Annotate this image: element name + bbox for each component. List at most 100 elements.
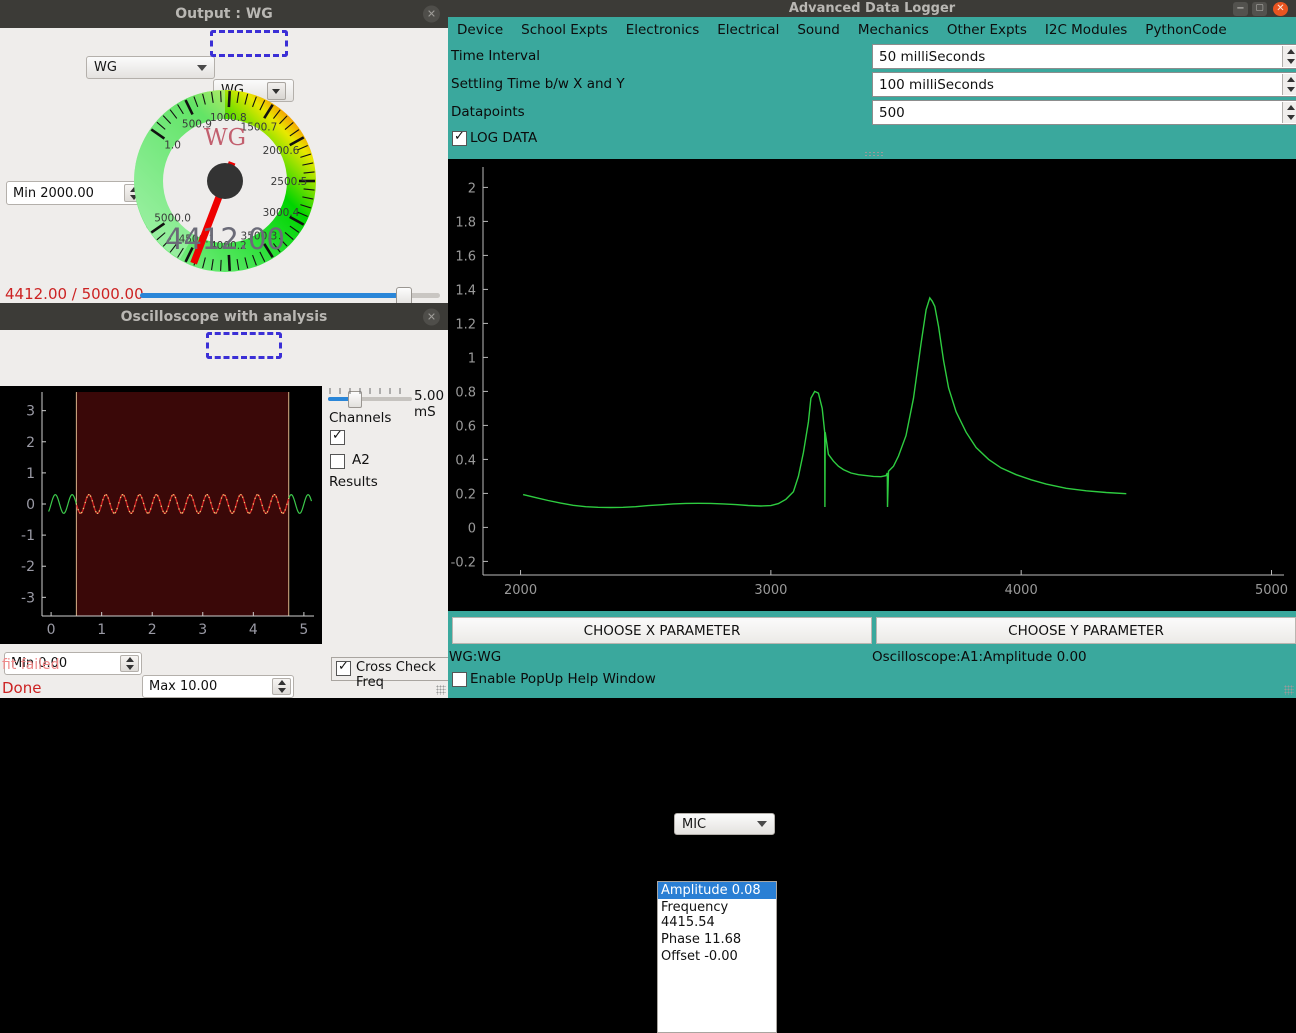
- menu-item-school-expts[interactable]: School Expts: [512, 22, 617, 38]
- output-slider[interactable]: [140, 286, 440, 304]
- scope-max-stepper[interactable]: [272, 678, 291, 695]
- field-time-interval[interactable]: 50 milliSeconds: [872, 44, 1296, 69]
- output-slider-readout: 4412.00 / 5000.00: [5, 285, 144, 303]
- result-item[interactable]: Phase 11.68: [658, 931, 776, 948]
- scope-max-value: Max 10.00: [149, 679, 217, 694]
- menu-item-i2c-modules[interactable]: I2C Modules: [1036, 22, 1136, 38]
- menu-item-electronics[interactable]: Electronics: [617, 22, 709, 38]
- svg-text:-3: -3: [21, 590, 35, 606]
- svg-text:0: 0: [468, 521, 476, 536]
- channel1-label: MIC: [682, 817, 706, 832]
- status-y-parameter: Oscilloscope:A1:Amplitude 0.00: [872, 649, 1087, 665]
- channels-label: Channels: [329, 410, 391, 426]
- svg-text:-0.2: -0.2: [451, 555, 476, 570]
- field-time-interval-stepper[interactable]: [1282, 46, 1296, 67]
- scope-param-combo-focus-ring: [206, 332, 282, 359]
- svg-text:0.2: 0.2: [455, 487, 476, 502]
- popup-help-checkbox[interactable]: [452, 672, 467, 691]
- svg-text:WG: WG: [204, 125, 246, 151]
- scope-max-field[interactable]: Max 10.00: [142, 675, 294, 698]
- maximize-icon[interactable]: ▢: [1252, 2, 1267, 16]
- log-data-checkbox[interactable]: [452, 131, 467, 150]
- result-item[interactable]: Offset -0.00: [658, 948, 776, 965]
- scope-min-stepper[interactable]: [120, 655, 139, 672]
- result-item[interactable]: Amplitude 0.08: [658, 882, 776, 899]
- menu-item-mechanics[interactable]: Mechanics: [849, 22, 938, 38]
- field-time-interval-value: 50 milliSeconds: [879, 49, 985, 65]
- field-settling-time[interactable]: 100 milliSeconds: [872, 72, 1296, 97]
- channel1-checkbox[interactable]: [330, 430, 345, 449]
- checkbox-icon: [452, 672, 467, 687]
- menu-item-device[interactable]: Device: [448, 22, 512, 38]
- checkbox-icon: [452, 131, 467, 146]
- menu-item-other-expts[interactable]: Other Expts: [938, 22, 1036, 38]
- status-x-parameter: WG:WG: [449, 649, 501, 665]
- svg-text:1.2: 1.2: [455, 317, 476, 332]
- chevron-down-icon: [757, 821, 767, 827]
- svg-text:1.8: 1.8: [455, 215, 476, 230]
- checkbox-icon: [330, 454, 345, 469]
- cross-check-container[interactable]: Cross Check Freq: [331, 657, 451, 681]
- timebase-value: 5.00 mS: [414, 388, 448, 420]
- oscilloscope-plot[interactable]: 3210-1-2-3012345: [0, 386, 322, 644]
- field-datapoints-value: 500: [879, 105, 905, 121]
- svg-text:2500.5: 2500.5: [271, 176, 308, 188]
- svg-text:0: 0: [26, 497, 35, 513]
- svg-text:-1: -1: [21, 528, 35, 544]
- field-datapoints[interactable]: 500: [872, 100, 1296, 125]
- channel2-checkbox[interactable]: [330, 454, 345, 473]
- output-device-combo-value: WG: [94, 60, 117, 75]
- svg-text:5000: 5000: [1255, 583, 1288, 598]
- field-settling-time-value: 100 milliSeconds: [879, 77, 994, 93]
- svg-text:4: 4: [249, 622, 258, 638]
- field-settling-time-stepper[interactable]: [1282, 74, 1296, 95]
- result-item[interactable]: Frequency 4415.54: [658, 899, 776, 931]
- checkbox-icon: [330, 430, 345, 445]
- close-icon[interactable]: ✕: [423, 308, 440, 325]
- resize-grip[interactable]: [436, 685, 446, 695]
- output-min-value: Min 2000.00: [13, 186, 94, 201]
- choose-y-parameter-button[interactable]: CHOOSE Y PARAMETER: [876, 617, 1296, 644]
- logger-title: Advanced Data Logger: [789, 1, 955, 16]
- output-device-combo[interactable]: WG: [86, 56, 215, 79]
- svg-text:3000.4: 3000.4: [263, 207, 300, 219]
- svg-text:4000: 4000: [1005, 583, 1038, 598]
- logger-plot[interactable]: -0.200.20.40.60.811.21.41.61.82200030004…: [448, 159, 1296, 611]
- svg-text:3: 3: [198, 622, 207, 638]
- svg-text:5: 5: [299, 622, 308, 638]
- logger-chart: -0.200.20.40.60.811.21.41.61.82200030004…: [448, 159, 1296, 611]
- menu-item-sound[interactable]: Sound: [788, 22, 849, 38]
- choose-x-parameter-button[interactable]: CHOOSE X PARAMETER: [452, 617, 872, 644]
- splitter-handle[interactable]: [864, 151, 884, 156]
- field-label-settling-time: Settling Time b/w X and Y: [451, 76, 625, 92]
- channel1-combo[interactable]: MIC: [674, 813, 775, 835]
- gauge-value-text: 4412.00: [118, 222, 332, 256]
- svg-text:-2: -2: [21, 559, 35, 575]
- scope-window-title: Oscilloscope with analysis: [121, 309, 328, 325]
- svg-text:1.6: 1.6: [455, 249, 476, 264]
- checkbox-icon: [336, 661, 351, 676]
- output-param-combo-focus-ring: [210, 30, 288, 57]
- logger-resize-grip[interactable]: [1284, 685, 1294, 695]
- popup-help-label: Enable PopUp Help Window: [470, 671, 656, 687]
- logger-menubar[interactable]: DeviceSchool ExptsElectronicsElectricalS…: [448, 18, 1296, 42]
- svg-text:0.6: 0.6: [455, 419, 476, 434]
- svg-text:1500.7: 1500.7: [241, 122, 278, 134]
- output-window-titlebar: Output : WG ✕: [0, 0, 448, 28]
- close-icon[interactable]: ✕: [1273, 2, 1288, 16]
- results-list[interactable]: Amplitude 0.08Frequency 4415.54Phase 11.…: [657, 881, 777, 1033]
- oscilloscope-chart: 3210-1-2-3012345: [0, 386, 322, 644]
- menu-item-pythoncode[interactable]: PythonCode: [1136, 22, 1235, 38]
- menu-item-electrical[interactable]: Electrical: [708, 22, 788, 38]
- minimize-icon[interactable]: −: [1233, 2, 1248, 16]
- scope-status-1: fit failed: [2, 657, 60, 673]
- close-icon[interactable]: ✕: [423, 6, 440, 23]
- timebase-ticks: [326, 384, 410, 390]
- choose-y-label: CHOOSE Y PARAMETER: [1008, 623, 1164, 639]
- channel2-label: A2: [352, 452, 370, 468]
- svg-text:0.4: 0.4: [455, 453, 476, 468]
- svg-text:0: 0: [47, 622, 56, 638]
- field-datapoints-stepper[interactable]: [1282, 102, 1296, 123]
- logger-titlebar: Advanced Data Logger − ▢ ✕: [448, 0, 1296, 17]
- wg-gauge: 1.0500.91000.81500.72000.62500.53000.435…: [118, 88, 332, 263]
